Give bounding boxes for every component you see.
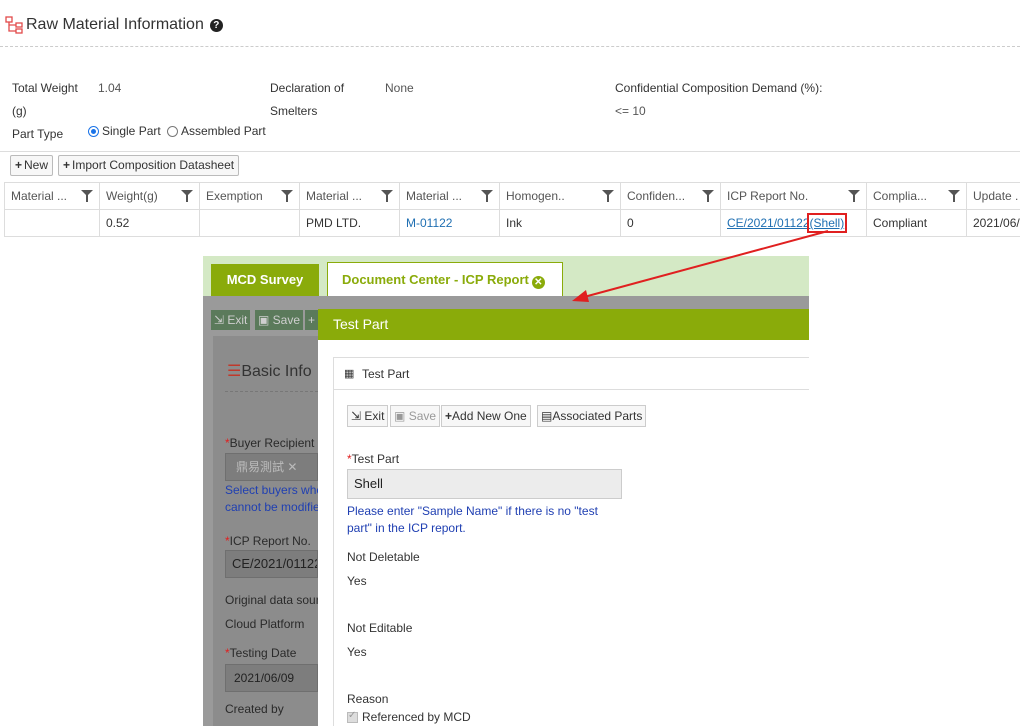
- arrow-head: [572, 290, 589, 302]
- annotation-arrow: [572, 230, 829, 302]
- arrow-line: [583, 230, 829, 298]
